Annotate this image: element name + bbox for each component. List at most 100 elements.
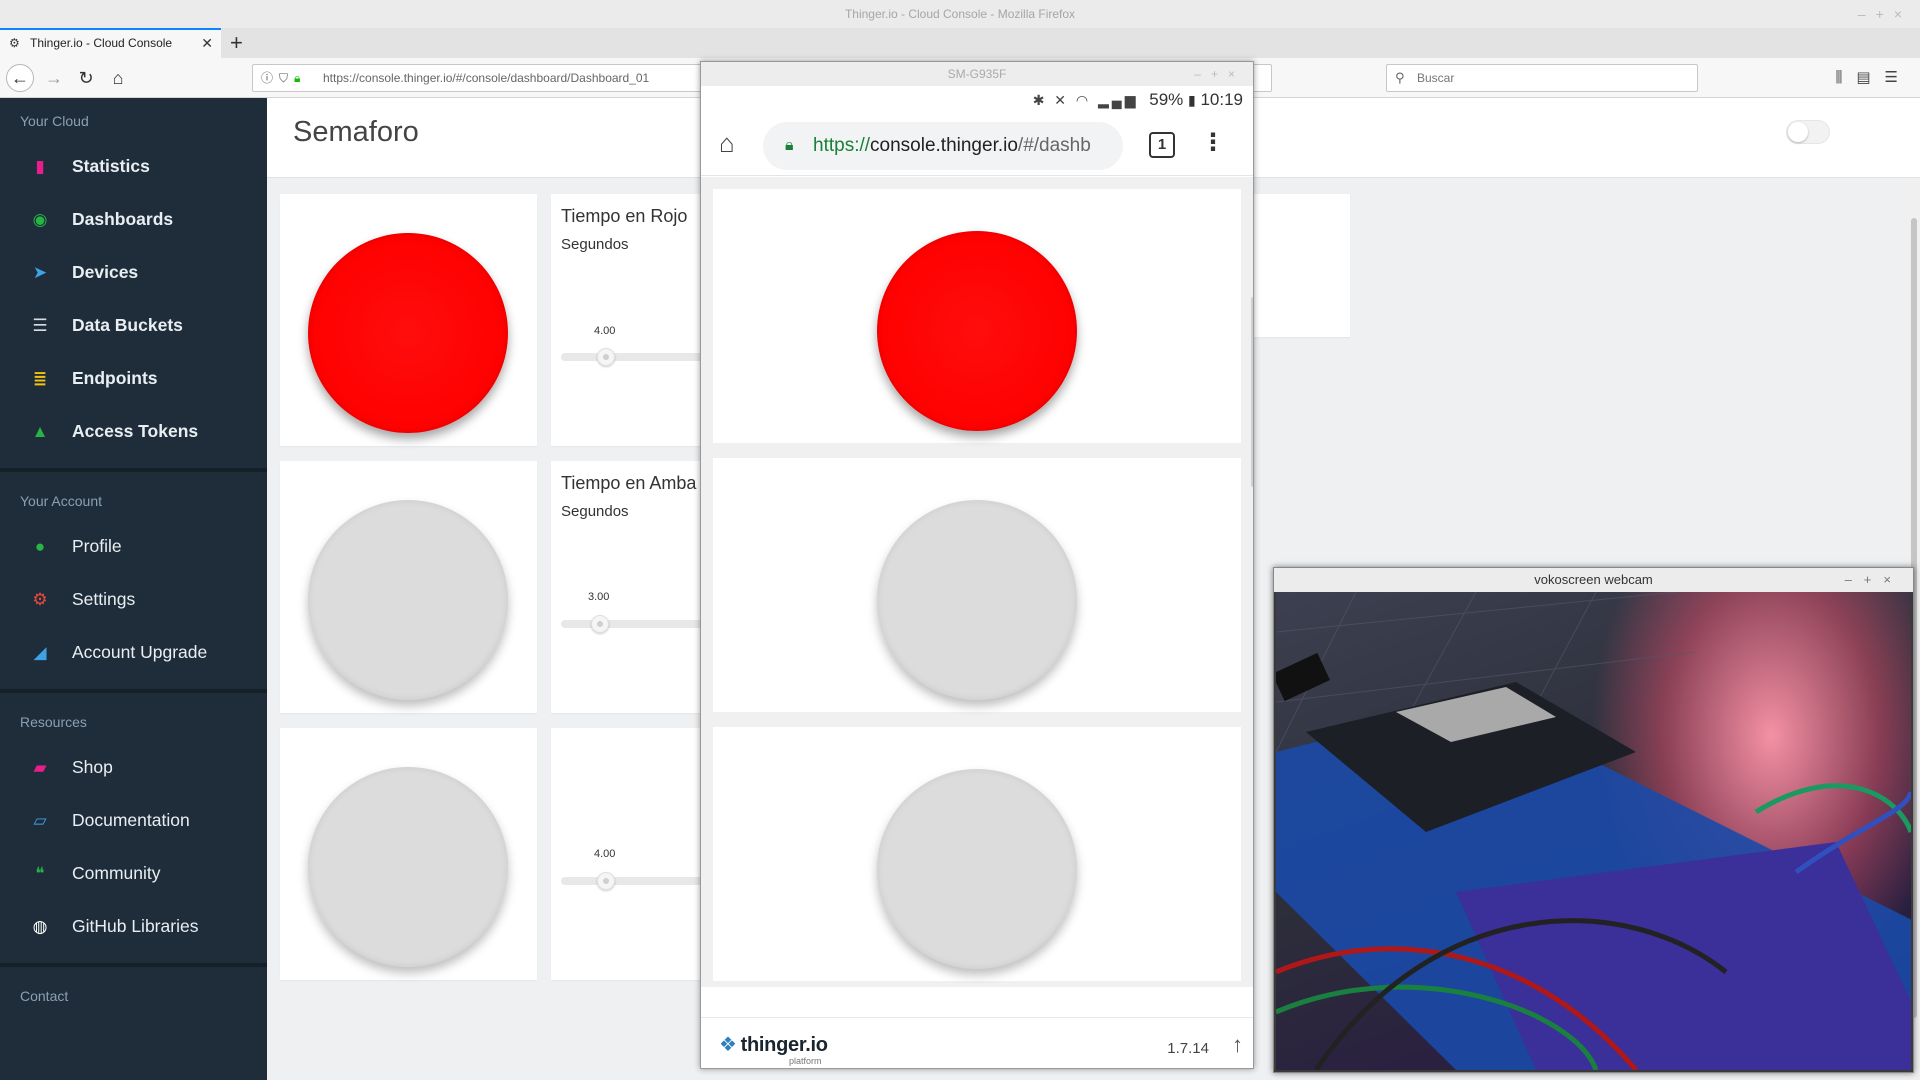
- sidebar-item-label: Access Tokens: [72, 421, 199, 441]
- logo-text: thinger.io: [740, 1034, 828, 1056]
- home-button[interactable]: ⌂: [104, 64, 132, 92]
- slider-value-label: 4.00: [594, 848, 616, 860]
- rocket-icon: ➤: [32, 263, 48, 282]
- home-icon[interactable]: ⌂: [719, 128, 735, 159]
- sidebar-item-dashboards[interactable]: ◉ Dashboards: [0, 193, 267, 246]
- tab-title: Thinger.io - Cloud Console: [30, 36, 173, 50]
- database-icon: ☰: [32, 316, 48, 335]
- reload-button[interactable]: ↻: [72, 64, 100, 92]
- thinger-logo-icon: ❖: [719, 1034, 737, 1056]
- slider-value-label: 3.00: [588, 591, 610, 603]
- sidebar-item-documentation[interactable]: ▱ Documentation: [0, 794, 267, 847]
- phone-mirror-window: SM-G935F –+× ✱ ✕ ◠ ▂▄▆ 59% ▮ 10:19 ⌂ 🔒︎ …: [700, 61, 1254, 1069]
- lock-icon: 🔒︎: [294, 71, 307, 85]
- search-bar[interactable]: ⚲ Buscar: [1386, 64, 1698, 92]
- webcam-window: vokoscreen webcam –+×: [1273, 567, 1914, 1073]
- back-button[interactable]: ←: [6, 64, 34, 92]
- url-host: console.thinger.io: [870, 135, 1018, 156]
- status-icons: ✱ ✕ ◠ ▂▄▆: [1032, 92, 1139, 108]
- url-scheme: https://: [813, 135, 871, 156]
- sidebar-item-statistics[interactable]: ▮ Statistics: [0, 140, 267, 193]
- slider-track[interactable]: [561, 872, 701, 890]
- section-title-your-cloud: Your Cloud: [20, 113, 89, 129]
- slider-track[interactable]: [561, 615, 701, 633]
- phone-window-title: SM-G935F: [947, 67, 1007, 81]
- shopping-bag-icon: ▰: [33, 758, 47, 777]
- sidebar-item-label: GitHub Libraries: [72, 916, 199, 936]
- section-title-resources: Resources: [20, 714, 87, 730]
- slider-thumb[interactable]: [591, 615, 609, 633]
- section-title-your-account: Your Account: [20, 493, 102, 509]
- webcam-scene: [1276, 592, 1911, 1070]
- logo-subtitle: platform: [789, 1056, 822, 1066]
- slider-track[interactable]: [561, 348, 701, 366]
- mobile-scroll-indicator: [1251, 297, 1253, 487]
- sidebar-item-label: Community: [72, 863, 161, 883]
- sidebar-item-profile[interactable]: ● Profile: [0, 520, 267, 573]
- section-title-contact: Contact: [20, 988, 69, 1004]
- slider-widget-verde: 4.00: [551, 728, 701, 980]
- forward-button[interactable]: →: [40, 64, 68, 92]
- sidebar-item-account-upgrade[interactable]: ◢ Account Upgrade: [0, 626, 267, 679]
- sidebar-item-label: Endpoints: [72, 368, 158, 388]
- led-indicator-amber: [308, 500, 508, 700]
- edit-mode-toggle[interactable]: [1786, 120, 1830, 144]
- sidebar-item-label: Data Buckets: [72, 315, 183, 335]
- slider-title: Tiempo en Amba: [561, 473, 697, 493]
- slider-widget-rojo: Tiempo en Rojo Segundos 4.00: [551, 194, 701, 446]
- battery-icon: ▮: [1188, 92, 1196, 108]
- tab-thinger-console[interactable]: ⚙ Thinger.io - Cloud Console ✕: [0, 28, 221, 58]
- thinger-logo: ❖ thinger.io: [719, 1032, 828, 1057]
- slider-subtitle: Segundos: [561, 503, 629, 520]
- sidebar-item-community[interactable]: ❝ Community: [0, 847, 267, 900]
- site-info-icons[interactable]: ⓘ⛉🔒︎: [261, 65, 306, 91]
- tab-close-icon[interactable]: ✕: [201, 30, 213, 57]
- led-widget-red: [280, 194, 537, 446]
- led-widget-amber: [280, 461, 537, 713]
- sidebar-item-label: Account Upgrade: [72, 642, 208, 662]
- version-label: 1.7.14: [1167, 1040, 1209, 1057]
- slider-subtitle: Segundos: [561, 236, 629, 253]
- slider-thumb[interactable]: [597, 348, 615, 366]
- sidebar-item-devices[interactable]: ➤ Devices: [0, 246, 267, 299]
- area-chart-icon: ◢: [33, 643, 47, 662]
- phone-status-bar: ✱ ✕ ◠ ▂▄▆ 59% ▮ 10:19: [701, 86, 1253, 114]
- mobile-led-widget-red: [713, 189, 1241, 443]
- overflow-menu-icon[interactable]: ⋮: [1201, 128, 1225, 158]
- webcam-window-controls[interactable]: –+×: [1845, 568, 1903, 592]
- address-bar-url: https://console.thinger.io/#/console/das…: [323, 71, 650, 85]
- slider-widget-ambar: Tiempo en Amba Segundos 3.00: [551, 461, 701, 713]
- sidebar-divider: [0, 689, 267, 693]
- tab-switcher-button[interactable]: 1: [1149, 132, 1175, 158]
- window-controls[interactable]: –+×: [1858, 0, 1912, 28]
- tab-strip: ⚙ Thinger.io - Cloud Console ✕ +: [0, 28, 1920, 58]
- sidebar: Your Cloud ▮ Statistics ◉ Dashboards ➤ D…: [0, 98, 267, 1080]
- sidebar-item-label: Documentation: [72, 810, 190, 830]
- webcam-feed: [1276, 592, 1911, 1070]
- mobile-footer: ❖ thinger.io platform 1.7.14 ↑: [701, 1017, 1253, 1068]
- sidebar-item-settings[interactable]: ⚙ Settings: [0, 573, 267, 626]
- webcam-window-title: vokoscreen webcam: [1534, 572, 1653, 587]
- phone-window-controls[interactable]: –+×: [1194, 62, 1245, 86]
- sidebar-item-data-buckets[interactable]: ☰ Data Buckets: [0, 299, 267, 352]
- mobile-address-bar[interactable]: 🔒︎ https://console.thinger.io/#/dashb: [763, 122, 1123, 170]
- led-widget-green: [280, 728, 537, 980]
- led-indicator-green: [308, 767, 508, 967]
- sidebar-item-access-tokens[interactable]: ▲ Access Tokens: [0, 405, 267, 458]
- sidebar-item-endpoints[interactable]: ≣ Endpoints: [0, 352, 267, 405]
- sidebar-item-github-libraries[interactable]: ◍ GitHub Libraries: [0, 900, 267, 953]
- search-placeholder: Buscar: [1417, 71, 1455, 85]
- slider-thumb[interactable]: [597, 872, 615, 890]
- comments-icon: ❝: [35, 864, 45, 883]
- clock: 10:19: [1200, 90, 1243, 109]
- user-icon: ●: [34, 537, 46, 556]
- new-tab-button[interactable]: +: [230, 30, 243, 56]
- sidebar-item-shop[interactable]: ▰ Shop: [0, 741, 267, 794]
- sidebar-item-label: Shop: [72, 757, 113, 777]
- mobile-browser-toolbar: ⌂ 🔒︎ https://console.thinger.io/#/dashb …: [701, 114, 1253, 176]
- toolbar-right-icons[interactable]: ⫼▤☰: [1835, 64, 1912, 92]
- sidebar-item-label: Statistics: [72, 156, 150, 176]
- toggle-knob: [1788, 122, 1808, 142]
- mobile-led-indicator-amber: [877, 500, 1077, 700]
- scroll-top-icon[interactable]: ↑: [1232, 1032, 1243, 1058]
